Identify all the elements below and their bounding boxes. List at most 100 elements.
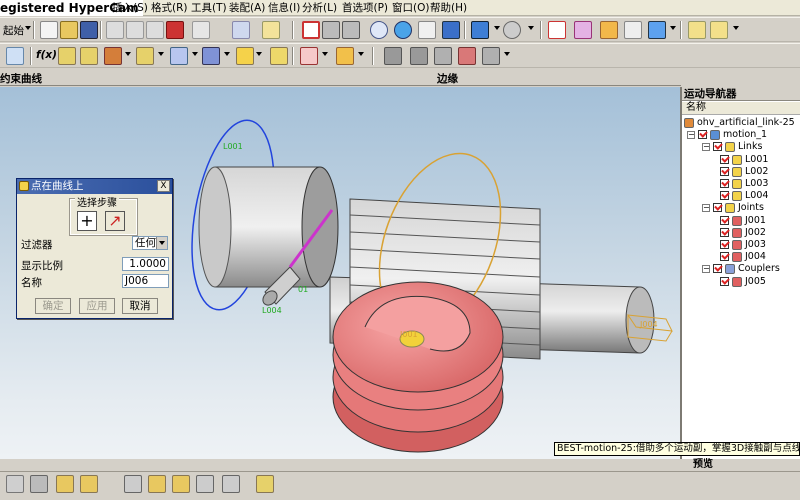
chevron-down-icon[interactable] bbox=[358, 52, 364, 56]
chevron-down-icon[interactable] bbox=[670, 26, 676, 30]
background-color-icon[interactable] bbox=[503, 21, 521, 39]
menu-info[interactable]: 信息(I) bbox=[268, 0, 300, 16]
visibility-checkbox[interactable] bbox=[698, 130, 707, 140]
line-icon[interactable] bbox=[202, 47, 220, 65]
datum-icon[interactable] bbox=[270, 47, 288, 65]
wcs-icon[interactable] bbox=[384, 47, 402, 65]
tree-expander[interactable]: − bbox=[702, 143, 710, 152]
rotate-icon[interactable] bbox=[394, 21, 412, 39]
select-curve-button[interactable]: ↗ bbox=[105, 211, 125, 231]
measure-icon[interactable] bbox=[710, 21, 728, 39]
filter-select[interactable]: 任何 bbox=[132, 236, 168, 250]
extrude-icon[interactable] bbox=[300, 47, 318, 65]
magnify-icon[interactable] bbox=[370, 21, 388, 39]
start-menu-button[interactable]: 起始 bbox=[3, 23, 24, 38]
menu-window[interactable]: 窗口(O) bbox=[392, 0, 429, 16]
chevron-down-icon[interactable] bbox=[322, 52, 328, 56]
visibility-checkbox[interactable] bbox=[713, 142, 722, 152]
snap-icon[interactable] bbox=[30, 475, 48, 493]
quadrant-icon[interactable] bbox=[222, 475, 240, 493]
select-arrow-icon[interactable] bbox=[548, 21, 566, 39]
snap-point-icon[interactable] bbox=[574, 21, 592, 39]
cut-icon[interactable] bbox=[106, 21, 124, 39]
visibility-checkbox[interactable] bbox=[720, 215, 729, 225]
chevron-down-icon[interactable] bbox=[494, 26, 500, 30]
motion-wizard-icon[interactable] bbox=[6, 47, 24, 65]
color-palette-icon[interactable] bbox=[600, 21, 618, 39]
delete-icon[interactable] bbox=[166, 21, 184, 39]
point-snap-icon[interactable] bbox=[124, 475, 142, 493]
column-header-name[interactable]: 名称 bbox=[682, 102, 800, 115]
visibility-checkbox[interactable] bbox=[720, 166, 729, 176]
visibility-checkbox[interactable] bbox=[720, 154, 729, 164]
menu-help[interactable]: 帮助(H) bbox=[430, 0, 467, 16]
visibility-checkbox[interactable] bbox=[720, 240, 729, 249]
chevron-down-icon[interactable] bbox=[25, 26, 31, 30]
select-point-button[interactable]: + bbox=[77, 211, 97, 231]
point-icon[interactable] bbox=[236, 47, 254, 65]
open-folder-icon[interactable] bbox=[60, 21, 78, 39]
select-icon[interactable] bbox=[80, 475, 98, 493]
chevron-down-icon[interactable] bbox=[156, 237, 167, 249]
pan-icon[interactable] bbox=[418, 21, 436, 39]
chevron-down-icon[interactable] bbox=[733, 26, 739, 30]
zoom-window-icon[interactable] bbox=[322, 21, 340, 39]
chevron-down-icon[interactable] bbox=[504, 52, 510, 56]
ruler-icon[interactable] bbox=[688, 21, 706, 39]
visibility-checkbox[interactable] bbox=[713, 203, 722, 213]
chevron-down-icon[interactable] bbox=[125, 52, 131, 56]
mid-point-icon[interactable] bbox=[172, 475, 190, 493]
chevron-down-icon[interactable] bbox=[192, 52, 198, 56]
shade-icon[interactable] bbox=[648, 21, 666, 39]
chevron-down-icon[interactable] bbox=[224, 52, 230, 56]
ok-button[interactable]: 确定 bbox=[35, 298, 71, 314]
menu-assembly[interactable]: 装配(A) bbox=[229, 0, 265, 16]
pulley[interactable] bbox=[332, 281, 504, 453]
fit-view-icon[interactable] bbox=[302, 21, 320, 39]
menu-analysis[interactable]: 分析(L) bbox=[302, 0, 337, 16]
close-icon[interactable]: X bbox=[157, 180, 170, 192]
preview-label[interactable]: 预览 bbox=[681, 459, 800, 471]
material-icon[interactable] bbox=[624, 21, 642, 39]
chevron-down-icon[interactable] bbox=[158, 52, 164, 56]
visibility-checkbox[interactable] bbox=[720, 191, 729, 201]
tree-expander[interactable]: − bbox=[687, 131, 695, 140]
apply-button[interactable]: 应用 bbox=[79, 298, 115, 314]
menu-format[interactable]: 格式(R) bbox=[151, 0, 188, 16]
zoom-icon[interactable] bbox=[342, 21, 360, 39]
arc-icon[interactable] bbox=[482, 47, 500, 65]
layer-settings-icon[interactable] bbox=[262, 21, 280, 39]
dialog-titlebar[interactable]: 点在曲线上 X bbox=[17, 179, 172, 194]
menu-preferences[interactable]: 首选项(P) bbox=[342, 0, 388, 16]
expression-button[interactable]: f(x) bbox=[36, 49, 57, 61]
perspective-icon[interactable] bbox=[442, 21, 460, 39]
copy-icon[interactable] bbox=[126, 21, 144, 39]
paste-icon[interactable] bbox=[146, 21, 164, 39]
grid-icon[interactable] bbox=[458, 47, 476, 65]
visibility-checkbox[interactable] bbox=[720, 252, 729, 262]
visibility-checkbox[interactable] bbox=[720, 276, 729, 286]
cancel-button[interactable]: 取消 bbox=[122, 298, 158, 314]
visibility-checkbox[interactable] bbox=[720, 227, 729, 237]
gear-icon[interactable] bbox=[104, 47, 122, 65]
menu-tools[interactable]: 工具(T) bbox=[191, 0, 227, 16]
end-point-icon[interactable] bbox=[148, 475, 166, 493]
chevron-down-icon[interactable] bbox=[256, 52, 262, 56]
tree-expander[interactable]: − bbox=[702, 265, 710, 274]
sketch-icon[interactable] bbox=[80, 47, 98, 65]
chevron-down-icon[interactable] bbox=[528, 26, 534, 30]
center-icon[interactable] bbox=[196, 475, 214, 493]
undo-icon[interactable] bbox=[192, 21, 210, 39]
visibility-checkbox[interactable] bbox=[720, 179, 729, 188]
new-file-icon[interactable] bbox=[40, 21, 58, 39]
xy-plane-icon[interactable] bbox=[410, 47, 428, 65]
save-icon[interactable] bbox=[80, 21, 98, 39]
pencil-icon[interactable] bbox=[58, 47, 76, 65]
scale-input[interactable]: 1.0000 bbox=[122, 257, 169, 271]
visibility-checkbox[interactable] bbox=[713, 264, 722, 274]
view-icon[interactable] bbox=[6, 475, 24, 493]
orient-icon[interactable] bbox=[434, 47, 452, 65]
part-navigator-icon[interactable] bbox=[232, 21, 250, 39]
graphics-viewport[interactable]: L001 L004 01 J004 J001 点在曲线上 X 选择步骤 + ↗ … bbox=[0, 87, 681, 459]
edit-feature-icon[interactable] bbox=[336, 47, 354, 65]
